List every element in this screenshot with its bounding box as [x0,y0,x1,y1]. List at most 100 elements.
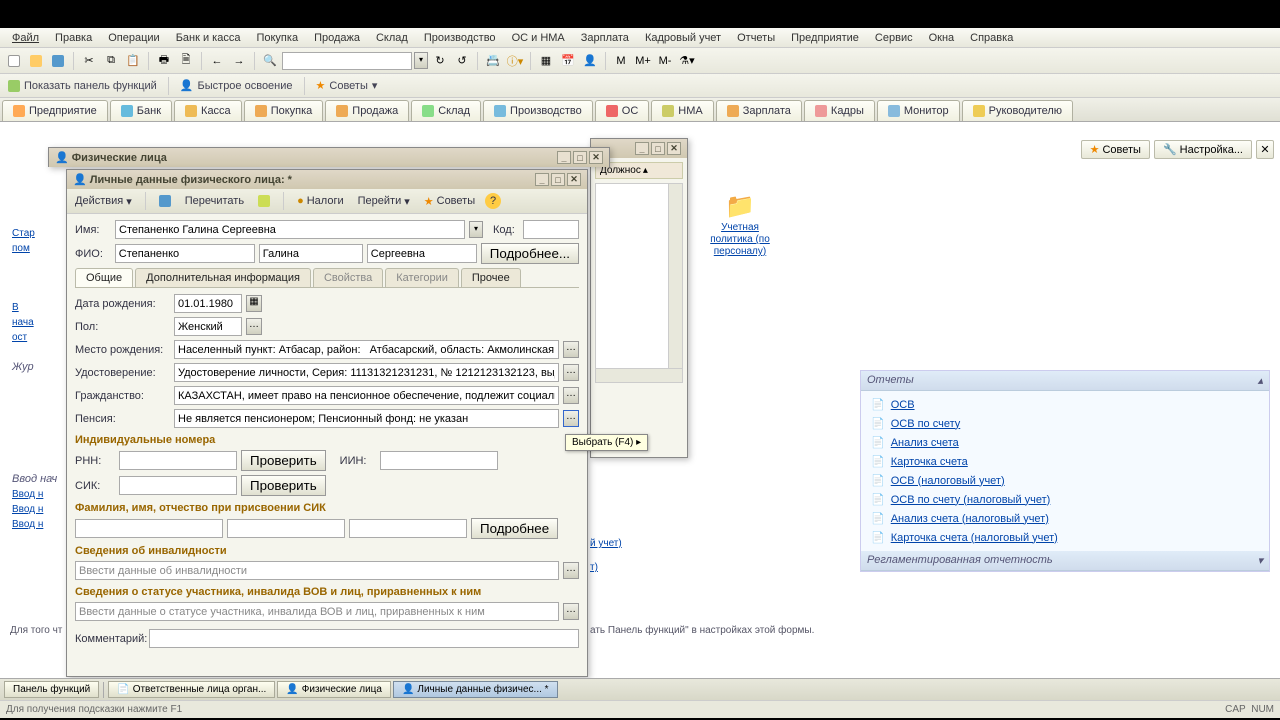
tab-os[interactable]: ОС [595,100,650,121]
tab-nma[interactable]: НМА [651,100,713,121]
refresh2-icon[interactable]: ↺ [452,51,472,71]
settings-panel-button[interactable]: 🔧Настройка... [1154,140,1252,159]
table-icon[interactable]: ▦ [536,51,556,71]
vov-input[interactable] [75,602,559,621]
task-panel[interactable]: Панель функций [4,681,99,698]
close-icon[interactable]: ✕ [567,173,581,186]
disability-picker[interactable]: … [563,562,579,579]
taxes-button[interactable]: ●Налоги [293,194,348,208]
left-link[interactable]: Ввод н [12,519,62,530]
minimize-icon[interactable]: _ [535,173,549,186]
tab-salary[interactable]: Зарплата [716,100,802,121]
left-link[interactable]: ост [12,332,62,343]
show-panel-button[interactable]: Показать панель функций [4,78,161,94]
tab-common[interactable]: Общие [75,268,133,287]
sik-firstname-input[interactable] [227,519,345,538]
maximize-icon[interactable]: □ [551,173,565,186]
fast-learn-button[interactable]: 👤Быстрое освоение [176,77,297,94]
menu-buy[interactable]: Покупка [248,30,306,46]
pension-picker[interactable]: … [563,410,579,427]
surname-input[interactable] [115,244,255,263]
check-rnn-button[interactable]: Проверить [241,450,326,471]
report-link[interactable]: Карточка счета (налоговый учет) [891,532,1058,544]
user-icon[interactable]: 👤 [580,51,600,71]
menu-sale[interactable]: Продажа [306,30,368,46]
comment-input[interactable] [149,629,579,648]
left-link[interactable]: В [12,302,62,313]
report-link[interactable]: ОСВ (налоговый учет) [891,475,1005,487]
calendar-icon[interactable]: 📅 [558,51,578,71]
birthplace-picker[interactable]: … [563,341,579,358]
menu-service[interactable]: Сервис [867,30,921,46]
help-icon[interactable]: ? [485,193,501,209]
menu-hr[interactable]: Кадровый учет [637,30,729,46]
filter-icon[interactable]: ⚗▾ [677,51,697,71]
birthplace-input[interactable] [174,340,559,359]
scrollbar[interactable] [596,368,682,382]
report-link[interactable]: Анализ счета [891,437,959,449]
tab-kassa[interactable]: Касса [174,100,242,121]
cut-icon[interactable]: ✂ [79,51,99,71]
paste-icon[interactable]: 📋 [123,51,143,71]
report-link[interactable]: ОСВ по счету (налоговый учет) [891,494,1051,506]
tab-other[interactable]: Прочее [461,268,521,287]
tab-cats[interactable]: Категории [385,268,459,287]
doc-picker[interactable]: … [563,364,579,381]
left-link[interactable]: нача [12,317,62,328]
iin-input[interactable] [380,451,498,470]
link-fragment[interactable]: й учет) [590,538,622,549]
patronymic-input[interactable] [367,244,477,263]
open-icon[interactable] [26,51,46,71]
left-link[interactable]: Ввод н [12,489,62,500]
calc-icon[interactable]: 📇 [483,51,503,71]
scrollbar[interactable] [668,184,682,368]
more-sik-button[interactable]: Подробнее [471,518,558,539]
menu-ops[interactable]: Операции [100,30,167,46]
print-icon[interactable]: 🖶 [154,51,174,71]
tab-prod[interactable]: Производство [483,100,593,121]
advice-button[interactable]: ★Советы [420,194,479,209]
sik-patronymic-input[interactable] [349,519,467,538]
mminus-icon[interactable]: M- [655,51,675,71]
menu-bank[interactable]: Банк и касса [168,30,249,46]
goto-button[interactable]: Перейти ▾ [354,194,414,209]
left-link[interactable]: пом [12,243,62,254]
birth-input[interactable] [174,294,242,313]
maximize-icon[interactable]: □ [651,142,665,155]
menu-file[interactable]: Файл [4,30,47,46]
copy-icon[interactable]: ⧉ [101,51,121,71]
collapse-icon[interactable]: ▴ [1257,374,1263,387]
tab-enterprise[interactable]: Предприятие [2,100,108,121]
list-icon[interactable] [254,194,274,208]
menu-windows[interactable]: Окна [921,30,963,46]
left-link[interactable]: Стар [12,228,62,239]
name-drop[interactable]: ▾ [469,221,483,238]
search-icon[interactable]: 🔍 [260,51,280,71]
report-link[interactable]: ОСВ по счету [891,418,961,430]
task-personal[interactable]: 👤Личные данные физичес... * [393,681,558,698]
save-icon[interactable] [155,194,175,208]
vov-picker[interactable]: … [563,603,579,620]
info-icon[interactable]: ⓘ▾ [505,51,525,71]
minimize-icon[interactable]: _ [635,142,649,155]
check-sik-button[interactable]: Проверить [241,475,326,496]
menu-help[interactable]: Справка [962,30,1021,46]
tab-props[interactable]: Свойства [313,268,383,287]
tab-monitor[interactable]: Монитор [877,100,960,121]
menu-salary[interactable]: Зарплата [573,30,637,46]
tab-hr[interactable]: Кадры [804,100,875,121]
m-icon[interactable]: M [611,51,631,71]
sik-surname-input[interactable] [75,519,223,538]
task-resp[interactable]: 📄Ответственные лица орган... [108,681,275,698]
report-link[interactable]: Карточка счета [891,456,968,468]
refresh-icon[interactable]: ↻ [430,51,450,71]
advice-button[interactable]: ★Советы▾ [312,77,382,94]
report-link[interactable]: Анализ счета (налоговый учет) [891,513,1049,525]
forward-icon[interactable]: → [229,51,249,71]
task-fiz[interactable]: 👤Физические лица [277,681,391,698]
menu-prod[interactable]: Производство [416,30,504,46]
citizen-picker[interactable]: … [563,387,579,404]
accounting-policy-link[interactable]: 📁 Учетная политика (по персоналу) [700,192,780,257]
close-icon[interactable]: ✕ [589,151,603,164]
report-link[interactable]: ОСВ [891,399,915,411]
